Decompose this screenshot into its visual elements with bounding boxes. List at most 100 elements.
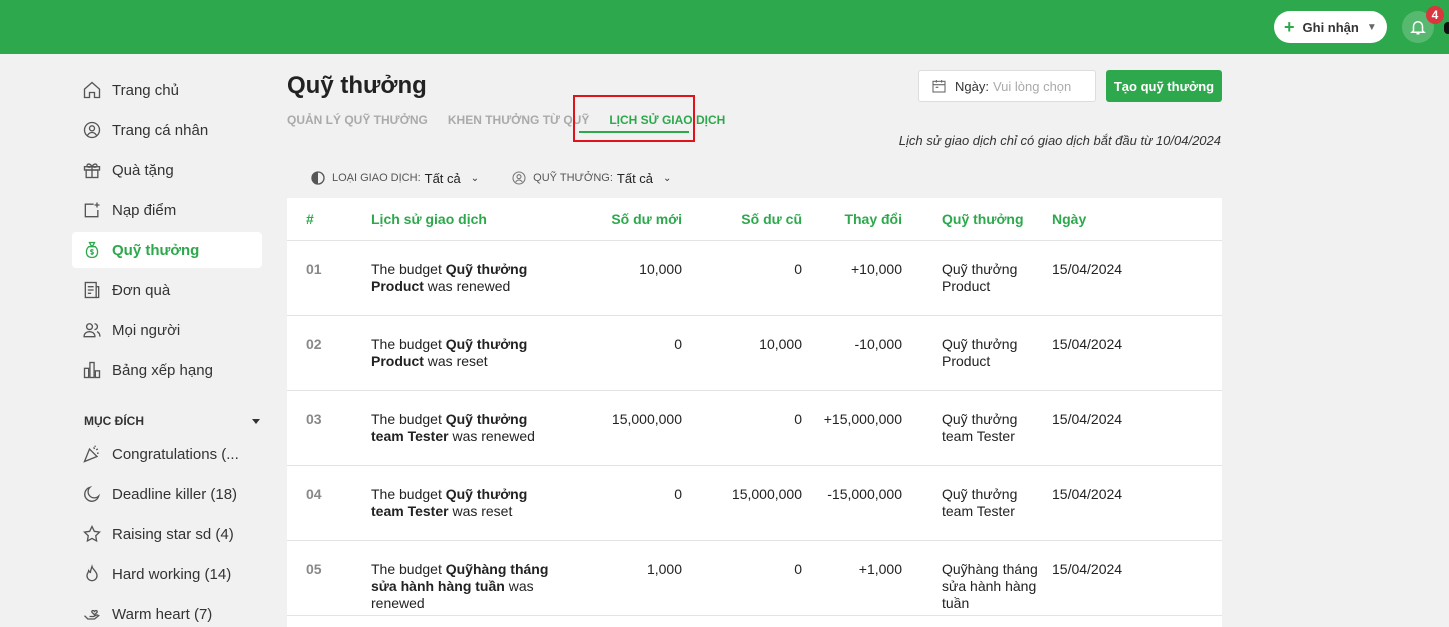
filter-value: Tất cả [616,170,654,186]
transaction-date: 15/04/2024 [1052,540,1222,616]
plus-icon: + [1284,17,1295,37]
heart-hand-icon [82,604,102,624]
table-row: 01 The budget Quỹ thưởng Product was ren… [287,240,1222,316]
sidebar-item-qua-tang[interactable]: Quà tặng [72,152,262,188]
gift-icon [82,160,102,180]
transaction-date: 15/04/2024 [1052,240,1222,316]
party-icon [82,444,102,464]
purpose-item-hard-working[interactable]: Hard working (14) [72,556,262,592]
purpose-item-label: Congratulations (... [112,445,239,463]
table-row: 04 The budget Quỹ thưởng team Tester was… [287,465,1222,541]
fund-name: Quỹ thưởng team Tester [902,465,1052,541]
desc-suffix: was renewed [448,427,535,444]
transaction-date: 15/04/2024 [1052,315,1222,391]
purpose-section-toggle[interactable]: MỤC ĐÍCH [72,406,262,436]
column-header: Số dư cũ [682,198,802,241]
ghi-nhan-button[interactable]: + Ghi nhận ▼ [1274,11,1387,43]
row-index: 05 [287,540,371,616]
chevron-down-icon: ▼ [1366,21,1377,33]
new-balance: 10,000 [571,240,682,316]
column-header: Lịch sử giao dịch [371,198,571,241]
old-balance: 0 [682,240,802,316]
sidebar-item-label: Quà tặng [112,161,174,179]
desc-prefix: The budget [371,260,446,277]
desc-prefix: The budget [371,335,446,352]
tab-quan-ly-quy-thuong[interactable]: QUẢN LÝ QUỸ THƯỞNG [287,112,428,128]
calendar-icon [932,80,946,93]
purpose-item-raising-star[interactable]: Raising star sd (4) [72,516,262,552]
column-header: Số dư mới [571,198,682,241]
desc-prefix: The budget [371,560,446,577]
fund-name: Quỹ thưởng team Tester [902,390,1052,466]
sidebar-item-label: Trang cá nhân [112,121,209,139]
change-amount: +15,000,000 [802,390,902,466]
transaction-type-filter[interactable]: LOẠI GIAO DỊCH: Tất cả ⌄ [310,170,479,186]
sidebar-item-nap-diem[interactable]: Nạp điểm [72,192,262,228]
desc-suffix: was reset [448,502,513,519]
sidebar-item-label: Nạp điểm [112,201,177,219]
notification-badge: 4 [1426,6,1444,24]
receipt-icon [82,280,102,300]
sidebar-item-label: Bảng xếp hạng [112,361,213,379]
sidebar-item-bang-xep-hang[interactable]: Bảng xếp hạng [72,352,262,388]
row-index: 01 [287,240,371,316]
home-icon [82,80,102,100]
tab-lich-su-giao-dich[interactable]: LỊCH SỬ GIAO DỊCH [609,112,725,128]
tab-bar: QUẢN LÝ QUỸ THƯỞNG KHEN THƯỞNG TỪ QUỸ LỊ… [287,112,745,128]
purpose-item-label: Hard working (14) [112,565,232,583]
chevron-down-icon: ⌄ [663,172,672,184]
column-header: Thay đổi [802,198,902,241]
filter-label: LOẠI GIAO DỊCH: [332,172,421,184]
transaction-table: # Lịch sử giao dịch Số dư mới Số dư cũ T… [287,198,1222,616]
transaction-date: 15/04/2024 [1052,390,1222,466]
purpose-section-title: MỤC ĐÍCH [84,414,144,428]
date-filter-placeholder: Vui lòng chọn [992,78,1072,94]
fund-filter[interactable]: QUỸ THƯỞNG: Tất cả ⌄ [511,170,671,186]
users-icon [82,320,102,340]
create-fund-button[interactable]: Tạo quỹ thưởng [1106,70,1222,102]
sidebar-item-quy-thuong[interactable]: Quỹ thưởng [72,232,262,268]
sidebar-item-moi-nguoi[interactable]: Mọi người [72,312,262,348]
table-row: 03 The budget Quỹ thưởng team Tester was… [287,390,1222,466]
sidebar-item-label: Quỹ thưởng [112,241,200,259]
row-index: 02 [287,315,371,391]
new-balance: 0 [571,465,682,541]
table-header-row: # Lịch sử giao dịch Số dư mới Số dư cũ T… [287,198,1222,241]
sidebar-item-label: Đơn quà [112,281,171,299]
tab-khen-thuong-tu-quy[interactable]: KHEN THƯỞNG TỪ QUỸ [448,112,589,128]
purpose-item-label: Raising star sd (4) [112,525,234,543]
sidebar-item-don-qua[interactable]: Đơn quà [72,272,262,308]
sidebar-item-trang-chu[interactable]: Trang chủ [72,72,262,108]
person-circle-icon [512,171,526,185]
date-filter-label: Ngày: [955,78,989,94]
purpose-item-congratulations[interactable]: Congratulations (... [72,436,262,472]
sidebar-item-trang-ca-nhan[interactable]: Trang cá nhân [72,112,262,148]
half-circle-icon [311,171,325,185]
fire-icon [82,564,102,584]
filter-label: QUỸ THƯỞNG: [533,172,613,184]
row-index: 03 [287,390,371,466]
column-header: Ngày [1052,198,1222,241]
fund-name: Quỹhàng tháng sửa hành hàng tuần [902,540,1052,616]
column-header: Quỹ thưởng [902,198,1052,241]
star-icon [82,524,102,544]
change-amount: -15,000,000 [802,465,902,541]
sidebar-item-label: Mọi người [112,321,181,339]
moon-icon [82,484,102,504]
avatar[interactable] [1444,22,1449,34]
ghi-nhan-label: Ghi nhận [1302,19,1359,35]
history-note: Lịch sử giao dịch chỉ có giao dịch bắt đ… [898,133,1221,148]
purpose-item-warm-heart[interactable]: Warm heart (7) [72,596,262,627]
row-index: 04 [287,465,371,541]
date-filter[interactable]: Ngày: Vui lòng chọn [918,70,1096,102]
desc-prefix: The budget [371,485,446,502]
desc-suffix: was renewed [423,277,511,294]
purpose-item-label: Deadline killer (18) [112,485,238,503]
old-balance: 0 [682,390,802,466]
transaction-description: The budget Quỹ thưởng Product was renewe… [371,240,571,316]
change-amount: +10,000 [802,240,902,316]
fund-name: Quỹ thưởng Product [902,240,1052,316]
leaderboard-icon [82,360,102,380]
purpose-item-deadline-killer[interactable]: Deadline killer (18) [72,476,262,512]
transaction-panel: LOẠI GIAO DỊCH: Tất cả ⌄ QUỸ THƯỞNG: Tất… [287,158,1222,627]
